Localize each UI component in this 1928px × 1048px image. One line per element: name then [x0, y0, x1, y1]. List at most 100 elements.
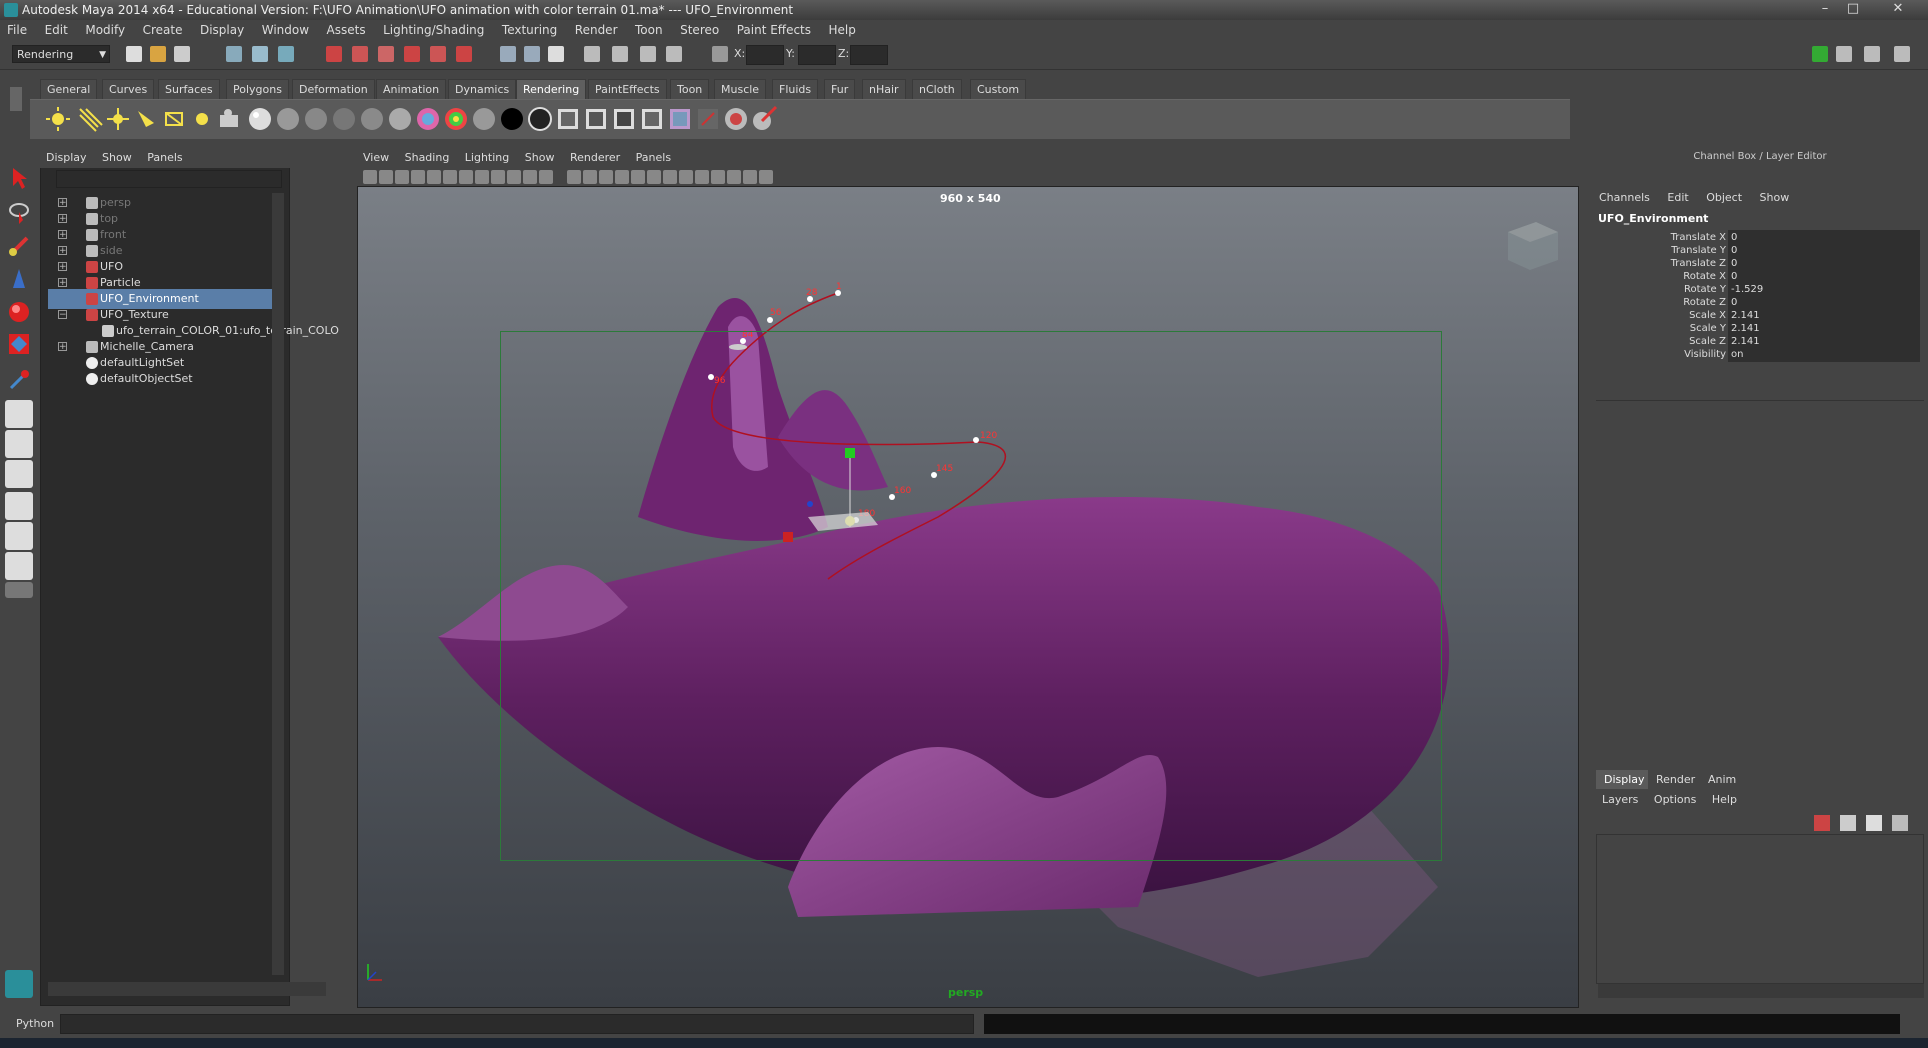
layered-shader-icon[interactable] — [386, 105, 414, 133]
layer-options-icon[interactable] — [1892, 815, 1908, 831]
tab-anim[interactable]: Anim — [1700, 770, 1745, 789]
select-hierarchy-icon[interactable] — [226, 46, 242, 62]
ipr-icon[interactable] — [610, 105, 638, 133]
lights-icon[interactable] — [631, 170, 645, 184]
hypershade-layout-icon[interactable] — [5, 522, 33, 550]
menu-create[interactable]: Create — [136, 20, 190, 40]
paint-brush-icon[interactable] — [750, 105, 778, 133]
tool-settings-toggle-icon[interactable] — [1836, 46, 1852, 62]
attribute-editor-toggle-icon[interactable] — [1812, 46, 1828, 62]
channel-box-menu-channels[interactable]: Channels — [1592, 191, 1657, 204]
area-light-icon[interactable] — [160, 105, 188, 133]
shelf-tab-fluids[interactable]: Fluids — [772, 79, 819, 99]
persp-outliner-layout-icon[interactable] — [5, 460, 33, 488]
shelf-tab-polygons[interactable]: Polygons — [226, 79, 289, 99]
expand-icon[interactable]: + — [58, 262, 67, 272]
ramp-shader-icon[interactable] — [414, 105, 442, 133]
make-live-icon[interactable] — [430, 46, 446, 62]
safe-title-icon[interactable] — [539, 170, 553, 184]
snap-curve-icon[interactable] — [352, 46, 368, 62]
channel-box-menu-edit[interactable]: Edit — [1660, 191, 1695, 204]
white-swatch-icon[interactable] — [526, 105, 554, 133]
wireframe-icon[interactable] — [567, 170, 581, 184]
shelf-tab-curves[interactable]: Curves — [102, 79, 155, 99]
menu-texturing[interactable]: Texturing — [495, 20, 564, 40]
viewport-menu-shading[interactable]: Shading — [399, 151, 456, 164]
xray-joints-icon[interactable] — [743, 170, 757, 184]
select-component-icon[interactable] — [278, 46, 294, 62]
expand-icon[interactable]: + — [58, 230, 67, 240]
ambient-light-icon[interactable] — [44, 105, 72, 133]
smooth-shade-icon[interactable] — [583, 170, 597, 184]
channel-box-toggle-icon[interactable] — [1864, 46, 1880, 62]
outliner-menu-panels[interactable]: Panels — [141, 151, 188, 164]
viewport-menu-view[interactable]: View — [357, 151, 395, 164]
menu-render[interactable]: Render — [568, 20, 625, 40]
menu-help[interactable]: Help — [822, 20, 863, 40]
shelf-tab-deformation[interactable]: Deformation — [292, 79, 375, 99]
close-button[interactable]: ✕ — [1878, 0, 1918, 18]
new-layer-selected-icon[interactable] — [1866, 815, 1882, 831]
y-field[interactable] — [798, 45, 836, 65]
expand-icon[interactable]: + — [58, 342, 67, 352]
shelf-tab-fur[interactable]: Fur — [824, 79, 856, 99]
menu-edit[interactable]: Edit — [38, 20, 75, 40]
xray-icon[interactable] — [727, 170, 741, 184]
persp-graph-hypergraph-layout-icon[interactable] — [5, 552, 33, 580]
layer-editor-scrollbar[interactable] — [1598, 984, 1924, 998]
camera-attributes-icon[interactable] — [363, 170, 377, 184]
minimize-button[interactable]: – — [1812, 0, 1838, 18]
custom-layout-icon[interactable] — [5, 582, 33, 598]
bookmark-icon[interactable] — [379, 170, 393, 184]
graph-editor-icon[interactable] — [612, 46, 628, 62]
shelf-tab-toon[interactable]: Toon — [670, 79, 710, 99]
shadows-icon[interactable] — [647, 170, 661, 184]
select-object-icon[interactable] — [252, 46, 268, 62]
snap-point-icon[interactable] — [378, 46, 394, 62]
resolution-gate-icon[interactable] — [475, 170, 489, 184]
tab-render[interactable]: Render — [1648, 770, 1704, 789]
shelf-tab-animation[interactable]: Animation — [376, 79, 447, 99]
maximize-button[interactable]: □ — [1840, 0, 1866, 18]
field-chart-icon[interactable] — [507, 170, 521, 184]
four-view-layout-icon[interactable] — [5, 430, 33, 458]
image-plane-icon[interactable] — [395, 170, 409, 184]
phong-shader-icon[interactable] — [274, 105, 302, 133]
shelf-tab-nhair[interactable]: nHair — [862, 79, 906, 99]
viewport-menu-lighting[interactable]: Lighting — [459, 151, 515, 164]
point-light-icon[interactable] — [104, 105, 132, 133]
menu-stereo[interactable]: Stereo — [673, 20, 726, 40]
rotate-tool-icon[interactable] — [5, 298, 33, 326]
spot-light-icon[interactable] — [132, 105, 160, 133]
collapse-icon[interactable]: − — [58, 310, 67, 320]
menu-set-dropdown[interactable]: Rendering ▼ — [12, 45, 110, 63]
film-gate-icon[interactable] — [459, 170, 473, 184]
multisample-icon[interactable] — [695, 170, 709, 184]
shelf-tab-general[interactable]: General — [40, 79, 98, 99]
phonge-shader-icon[interactable] — [330, 105, 358, 133]
hypershade-icon[interactable] — [584, 46, 600, 62]
blinn-shader-icon[interactable] — [246, 105, 274, 133]
save-scene-icon[interactable] — [174, 46, 190, 62]
lasso-tool-icon[interactable] — [5, 198, 33, 226]
snap-plane-icon[interactable] — [404, 46, 420, 62]
outliner-menu-show[interactable]: Show — [96, 151, 138, 164]
render-settings-icon[interactable] — [548, 46, 564, 62]
expand-icon[interactable]: + — [58, 198, 67, 208]
expand-icon[interactable]: + — [58, 278, 67, 288]
channel-box-menu-object[interactable]: Object — [1699, 191, 1749, 204]
directional-light-icon[interactable] — [76, 105, 104, 133]
color-ramp-icon[interactable] — [442, 105, 470, 133]
menu-file[interactable]: File — [0, 20, 34, 40]
persp-graph-layout-icon[interactable] — [5, 492, 33, 520]
motion-blur-icon[interactable] — [679, 170, 693, 184]
menu-modify[interactable]: Modify — [78, 20, 132, 40]
volume-light-icon[interactable] — [188, 105, 216, 133]
script-editor-icon[interactable] — [666, 46, 682, 62]
menu-assets[interactable]: Assets — [320, 20, 373, 40]
paint-select-tool-icon[interactable] — [5, 232, 33, 260]
shelf-options-icon[interactable] — [10, 87, 22, 111]
render-current-icon[interactable] — [582, 105, 610, 133]
outliner-item[interactable]: defaultObjectSet — [48, 369, 280, 389]
isolate-select-icon[interactable] — [711, 170, 725, 184]
